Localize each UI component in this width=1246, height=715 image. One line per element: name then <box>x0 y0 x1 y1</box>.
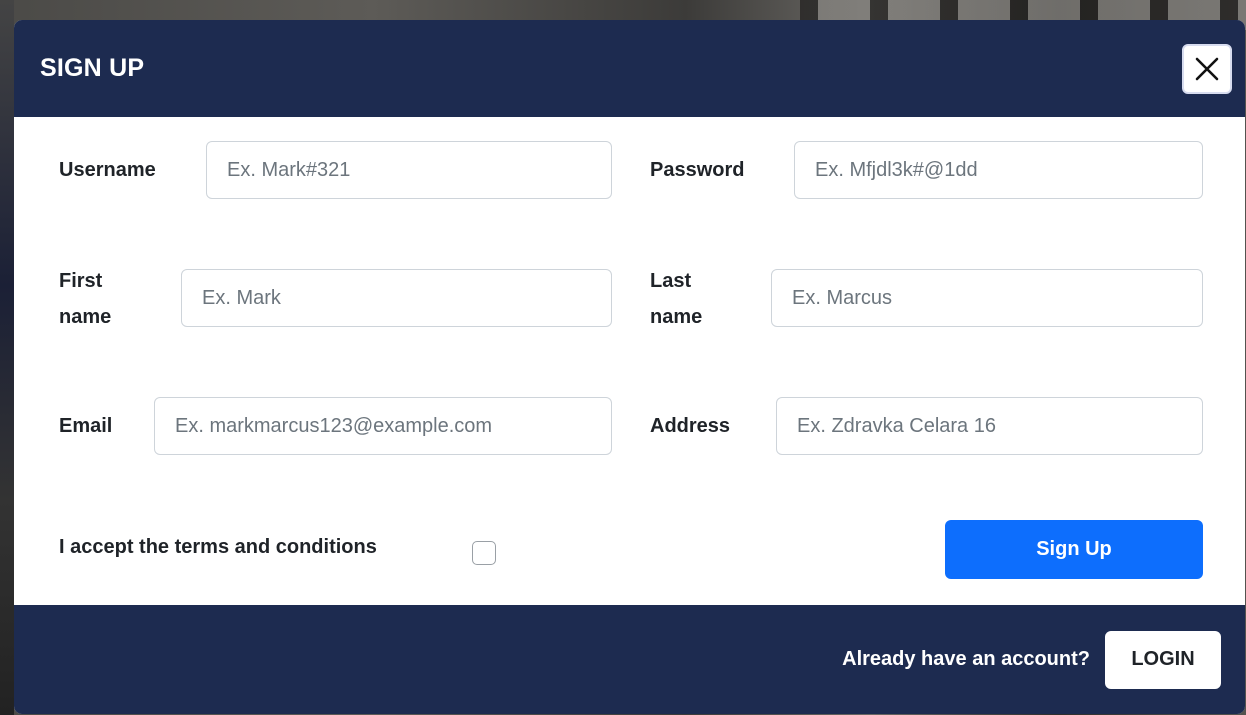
address-input[interactable] <box>776 397 1203 455</box>
email-label: Email <box>59 415 113 437</box>
first-name-label: First name <box>59 263 111 335</box>
close-icon <box>1195 57 1219 80</box>
email-input[interactable] <box>154 397 612 455</box>
first-name-label-line1: First <box>59 270 103 292</box>
username-input[interactable] <box>206 141 612 199</box>
last-name-label-line1: Last <box>650 270 692 292</box>
login-button[interactable]: LOGIN <box>1105 630 1221 689</box>
terms-checkbox[interactable] <box>472 541 496 565</box>
already-have-account-text: Already have an account? <box>842 648 1090 670</box>
last-name-label: Last name <box>650 263 702 335</box>
last-name-input[interactable] <box>771 269 1203 327</box>
first-name-label-line2: name <box>59 306 112 328</box>
first-name-input[interactable] <box>181 269 612 327</box>
signup-modal: SIGN UP Username Password First name Las… <box>14 20 1245 714</box>
sign-up-button[interactable]: Sign Up <box>945 520 1203 579</box>
terms-label: I accept the terms and conditions <box>59 536 377 558</box>
modal-footer: Already have an account? LOGIN <box>14 605 1245 714</box>
address-label: Address <box>650 415 731 437</box>
modal-header: SIGN UP <box>14 20 1245 117</box>
last-name-label-line2: name <box>650 306 703 328</box>
close-button[interactable] <box>1182 43 1232 94</box>
password-input[interactable] <box>794 141 1203 199</box>
modal-title: SIGN UP <box>40 54 145 82</box>
password-label: Password <box>650 159 745 181</box>
username-label: Username <box>59 159 156 181</box>
